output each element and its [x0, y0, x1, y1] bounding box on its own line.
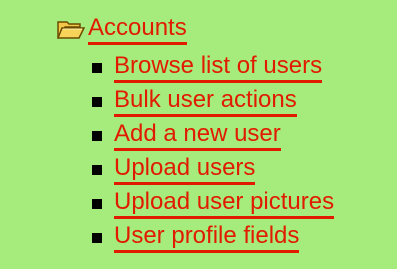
accounts-link[interactable]: Accounts [88, 14, 187, 45]
bullet-icon [92, 63, 102, 73]
user-profile-fields-link[interactable]: User profile fields [114, 222, 300, 253]
list-item-add-user: Add a new user [92, 120, 334, 154]
upload-users-link[interactable]: Upload users [114, 154, 256, 185]
bulk-user-actions-link[interactable]: Bulk user actions [114, 86, 297, 117]
list-item-upload-pictures: Upload user pictures [92, 188, 335, 222]
list-item-bulk-actions: Bulk user actions [92, 86, 334, 120]
accounts-category: Accounts [56, 12, 187, 46]
accounts-panel: Accounts Browse list of users Bulk user … [0, 0, 397, 269]
bullet-icon [92, 97, 102, 107]
bullet-icon [92, 131, 102, 141]
accounts-menu: Browse list of users Bulk user actions A… [92, 52, 335, 256]
list-item-profile-fields: User profile fields [92, 222, 334, 256]
upload-user-pictures-link[interactable]: Upload user pictures [114, 188, 335, 219]
browse-users-link[interactable]: Browse list of users [114, 52, 323, 83]
bullet-icon [92, 165, 102, 175]
list-item-browse-users: Browse list of users [92, 52, 334, 86]
list-item-upload-users: Upload users [92, 154, 334, 188]
bullet-icon [92, 199, 102, 209]
folder-open-icon [56, 17, 86, 41]
bullet-icon [92, 233, 102, 243]
add-new-user-link[interactable]: Add a new user [114, 120, 281, 151]
